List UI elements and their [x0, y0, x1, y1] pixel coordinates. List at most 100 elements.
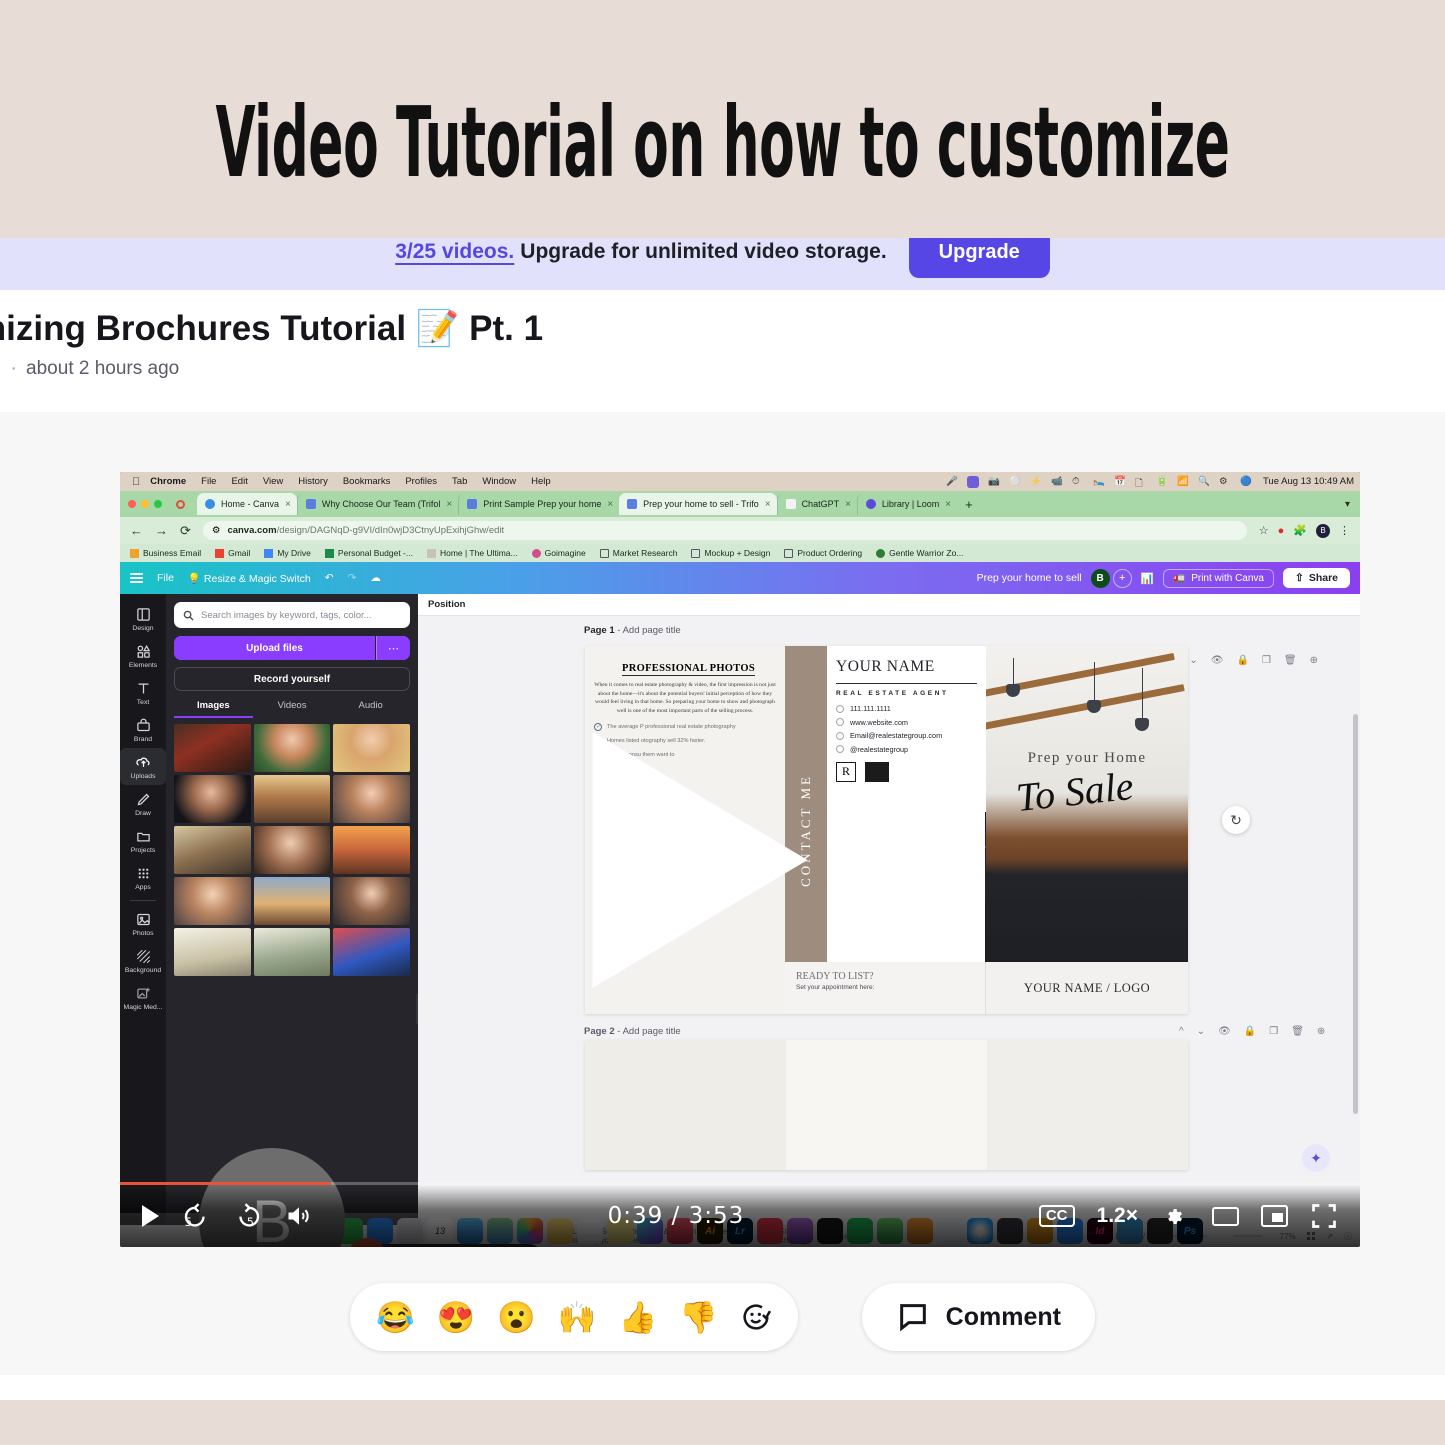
window-manager-icon[interactable]: 🗋: [1135, 476, 1147, 489]
new-tab-icon[interactable]: +: [965, 497, 973, 512]
lock-page-icon-2[interactable]: 🔒: [1244, 1026, 1256, 1037]
forward-icon[interactable]: →: [155, 523, 168, 538]
fullscreen-button[interactable]: [1310, 1202, 1338, 1230]
profile-avatar[interactable]: B: [1316, 523, 1330, 538]
tab-audio[interactable]: Audio: [331, 700, 410, 718]
window-traffic-lights[interactable]: [128, 500, 162, 508]
canva-user-avatar[interactable]: B: [1090, 568, 1110, 588]
minimize-window-button[interactable]: [141, 500, 149, 508]
sidebar-item-projects[interactable]: Projects: [120, 822, 166, 859]
theater-mode-button[interactable]: [1211, 1206, 1239, 1226]
close-tab-icon[interactable]: ×: [765, 499, 771, 510]
magic-studio-icon[interactable]: ✦: [1302, 1144, 1330, 1172]
lock-page-icon[interactable]: 🔒: [1236, 655, 1248, 666]
reaction-thumbs-up[interactable]: 👍: [618, 1302, 657, 1333]
timer-icon[interactable]: ⏱: [1072, 476, 1084, 488]
menu-chrome[interactable]: Chrome: [150, 476, 186, 487]
menu-view[interactable]: View: [263, 476, 283, 487]
author-name[interactable]: Rankin: [0, 358, 1, 379]
siri-icon[interactable]: 🔵: [1240, 476, 1252, 488]
close-tab-icon[interactable]: ×: [607, 499, 613, 510]
close-tab-icon[interactable]: ×: [845, 499, 851, 510]
canva-resize-button[interactable]: 💡 Resize & Magic Switch: [188, 572, 311, 585]
upload-thumbnail[interactable]: [253, 928, 331, 976]
control-center-icon[interactable]: ⚙: [1219, 476, 1231, 488]
sidebar-item-brand[interactable]: Brand: [120, 711, 166, 748]
upload-thumbnail[interactable]: [253, 724, 331, 772]
bookmark-item[interactable]: My Drive: [264, 548, 311, 558]
browser-tab-active[interactable]: Prep your home to sell - Trifo ×: [619, 493, 777, 515]
sidebar-item-draw[interactable]: Draw: [120, 785, 166, 822]
reaction-heart-eyes[interactable]: 😍: [437, 1302, 476, 1333]
undo-icon[interactable]: ↶: [325, 572, 334, 584]
bookmark-item[interactable]: Personal Budget -...: [324, 548, 413, 558]
bed-icon[interactable]: 🛌: [1093, 476, 1105, 488]
bookmark-item[interactable]: Goimagine: [531, 548, 586, 558]
upload-thumbnail[interactable]: [174, 724, 251, 772]
browser-tab[interactable]: Why Choose Our Team (Trifol ×: [296, 493, 458, 515]
menu-hamburger-icon[interactable]: [130, 573, 143, 583]
page-1-title[interactable]: Add page title: [623, 625, 681, 636]
upload-thumbnail[interactable]: [253, 826, 331, 874]
settings-button[interactable]: [1160, 1201, 1190, 1231]
upload-thumbnail[interactable]: [333, 877, 410, 925]
print-with-canva-button[interactable]: 🚛 Print with Canva: [1162, 568, 1274, 588]
upload-thumbnail[interactable]: [174, 826, 251, 874]
browser-tab[interactable]: Library | Loom ×: [856, 493, 957, 515]
bookmark-folder[interactable]: Product Ordering: [784, 548, 862, 558]
bookmark-star-icon[interactable]: ☆: [1259, 524, 1269, 537]
record-yourself-button[interactable]: Record yourself: [174, 667, 410, 691]
comment-button[interactable]: Comment: [861, 1283, 1095, 1351]
forward-5-button[interactable]: 5: [233, 1201, 263, 1231]
emoji-picker-icon[interactable]: [740, 1301, 772, 1333]
delete-page-icon-2[interactable]: 🗑: [1291, 1026, 1304, 1037]
menu-file[interactable]: File: [201, 476, 216, 487]
captions-button[interactable]: CC: [1038, 1205, 1075, 1227]
sidebar-item-uploads[interactable]: Uploads: [120, 748, 166, 785]
chrome-menu-icon[interactable]: ⋮: [1339, 524, 1350, 537]
loom-icon[interactable]: ⚪: [1009, 476, 1021, 488]
rewind-5-button[interactable]: 5: [181, 1201, 211, 1231]
reaction-thumbs-down[interactable]: 👎: [679, 1302, 718, 1333]
upload-thumbnail[interactable]: [253, 775, 331, 823]
screenshot-icon[interactable]: 📷: [988, 476, 1000, 488]
close-tab-icon[interactable]: ×: [945, 499, 951, 510]
reaction-joy[interactable]: 😂: [376, 1302, 415, 1333]
reaction-raised-hands[interactable]: 🙌: [558, 1302, 597, 1333]
hide-page-icon-2[interactable]: 👁: [1218, 1026, 1231, 1037]
screen-share-icon[interactable]: [966, 475, 979, 488]
upload-thumbnail[interactable]: [333, 928, 410, 976]
upload-thumbnail[interactable]: [333, 826, 410, 874]
move-up-icon-2[interactable]: ^: [1179, 1026, 1184, 1037]
share-button[interactable]: ⇧ Share: [1283, 568, 1350, 588]
close-tab-icon[interactable]: ×: [446, 499, 452, 510]
menu-help[interactable]: Help: [531, 476, 551, 487]
big-play-button[interactable]: [592, 731, 808, 988]
sidebar-item-text[interactable]: Text: [120, 674, 166, 711]
uploads-search-input[interactable]: Search images by keyword, tags, color...: [174, 602, 410, 628]
sidebar-item-background[interactable]: Background: [120, 942, 166, 979]
upload-thumbnail[interactable]: [333, 775, 410, 823]
reaction-surprised[interactable]: 😮: [497, 1302, 536, 1333]
sidebar-item-apps[interactable]: Apps: [120, 859, 166, 896]
close-tab-icon[interactable]: ×: [285, 499, 291, 510]
move-down-icon-2[interactable]: ⌄: [1197, 1026, 1205, 1037]
microphone-icon[interactable]: 🎤: [946, 476, 958, 488]
site-settings-icon[interactable]: ⚙: [212, 525, 221, 536]
sidebar-item-photos[interactable]: Photos: [120, 905, 166, 942]
menu-history[interactable]: History: [298, 476, 328, 487]
wifi-icon[interactable]: 📶: [1177, 476, 1189, 488]
upload-thumbnail[interactable]: [174, 928, 251, 976]
tab-images[interactable]: Images: [174, 700, 253, 718]
duplicate-page-icon-2[interactable]: ❐: [1269, 1026, 1278, 1037]
position-button[interactable]: Position: [428, 599, 465, 610]
browser-tab[interactable]: Home - Canva ×: [197, 493, 297, 515]
bookmark-folder[interactable]: Mockup + Design: [691, 548, 770, 558]
add-page-icon[interactable]: ⊕: [1310, 655, 1318, 666]
upload-thumbnail[interactable]: [174, 775, 251, 823]
canva-doc-name[interactable]: Prep your home to sell: [977, 572, 1082, 584]
hide-page-icon[interactable]: 👁: [1211, 655, 1224, 666]
canvas-scrollbar[interactable]: [1353, 714, 1358, 1114]
upload-files-button[interactable]: Upload files: [174, 636, 375, 660]
sidebar-item-design[interactable]: Design: [120, 600, 166, 637]
